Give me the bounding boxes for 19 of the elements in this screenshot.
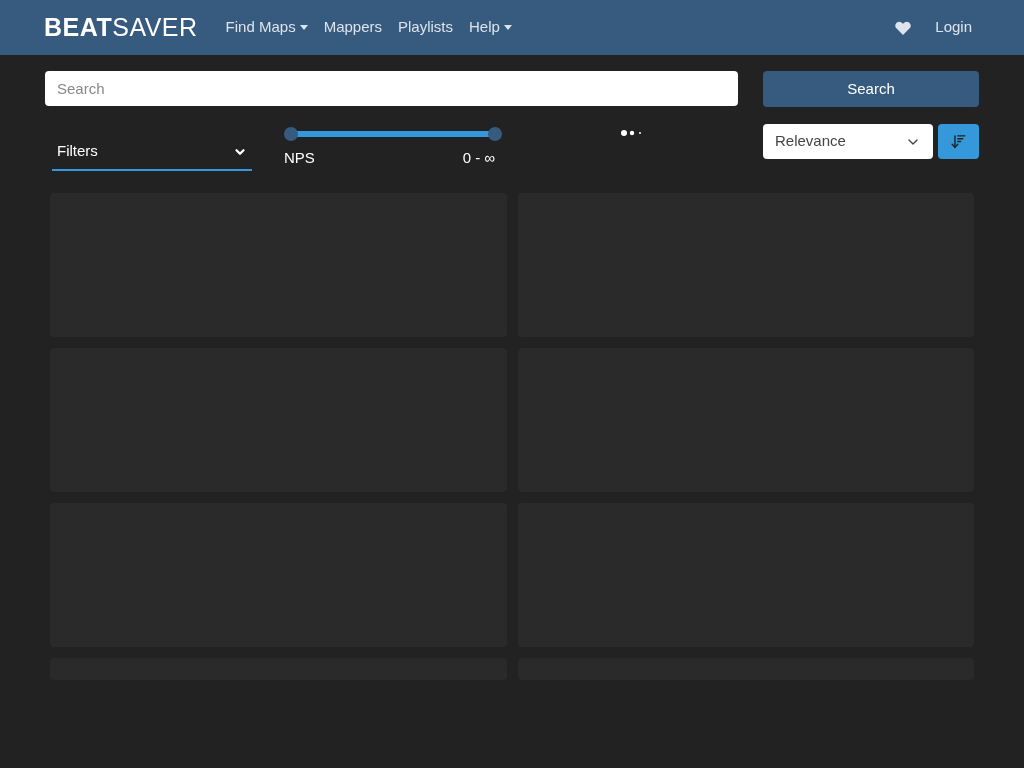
- nps-label: NPS: [284, 148, 315, 168]
- sort-icon: [950, 133, 967, 150]
- sort-select[interactable]: Relevance: [763, 124, 933, 159]
- nav-link[interactable]: Find Maps: [217, 16, 316, 39]
- loading-dots-icon: [621, 129, 643, 137]
- nps-slider[interactable]: [284, 126, 502, 142]
- filters-dropdown[interactable]: Filters: [52, 134, 252, 171]
- login-link[interactable]: Login: [935, 16, 972, 39]
- nav-link[interactable]: Playlists: [390, 16, 461, 39]
- sort-order-button[interactable]: [938, 124, 979, 159]
- slider-handle[interactable]: [284, 127, 298, 141]
- nps-reading: 0 - ∞: [462, 148, 495, 168]
- logo[interactable]: BEATSAVER: [44, 15, 198, 40]
- slider-handle[interactable]: [488, 127, 502, 141]
- heart-icon[interactable]: [895, 20, 912, 35]
- search-button[interactable]: Search: [763, 71, 979, 107]
- nav-link[interactable]: Help: [461, 16, 520, 39]
- search-field[interactable]: Search: [45, 71, 738, 106]
- nav-link[interactable]: Mappers: [315, 16, 390, 39]
